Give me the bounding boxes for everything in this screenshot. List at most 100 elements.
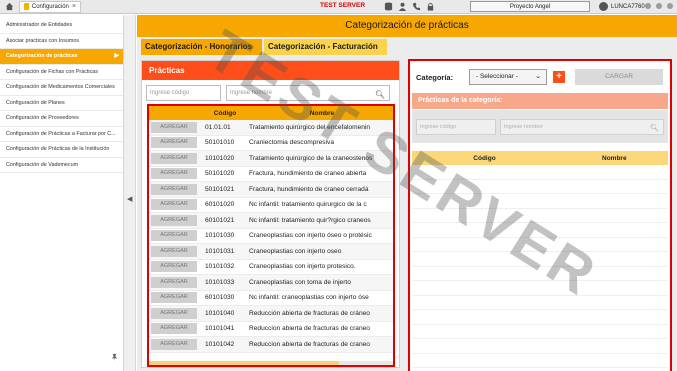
table-body: AGREGAR 01.01.01 Tratamiento quirúrgico de…	[149, 120, 393, 353]
category-code-search-input[interactable]: Ingrese código	[416, 119, 496, 135]
tab-configuracion[interactable]: Configuración ×	[19, 0, 81, 13]
category-practices-title: Prácticas de la categoría:	[412, 93, 668, 109]
add-practice-button[interactable]: AGREGAR	[151, 261, 197, 273]
practicas-table: Código Nombre AGREGAR 01.01.01 Tratamiento…	[149, 106, 393, 365]
add-practice-button[interactable]: AGREGAR	[151, 307, 197, 319]
practice-name: Nc infantil: craneoplastias con injerto …	[249, 294, 369, 302]
table-row[interactable]: AGREGAR 60101020 Nc infantil: tratamiento …	[149, 198, 393, 213]
practice-name: Fractura, hundimiento de craneo cerrada	[249, 185, 369, 193]
practice-name: Craneoplastias con toma de injerto	[249, 278, 351, 286]
toolbar-icons	[384, 2, 435, 11]
tab-label: Configuración	[31, 3, 69, 10]
add-practice-button[interactable]: AGREGAR	[151, 338, 197, 350]
table-row[interactable]: AGREGAR 60101021 Nc infantil: tratamiento …	[149, 213, 393, 229]
close-icon[interactable]: ×	[72, 3, 76, 10]
sidebar-item-categorizacion-practicas[interactable]: Categorización de prácticas	[0, 49, 123, 65]
add-practice-button[interactable]: AGREGAR	[151, 152, 197, 164]
add-practice-button[interactable]: AGREGAR	[151, 245, 197, 257]
practice-name: Tratamiento quirúrgico de la craneosteno…	[249, 154, 373, 162]
practice-code: 10101041	[205, 325, 235, 333]
add-practice-button[interactable]: AGREGAR	[151, 183, 197, 195]
table-row[interactable]: AGREGAR 10101033 Craneoplastias con toma d…	[149, 275, 393, 291]
tab-facturacion[interactable]: Categorización - Facturación	[264, 39, 387, 55]
username: LUNCA7760	[611, 3, 645, 10]
sidebar-item-fichas[interactable]: Configuración de Fichas con Prácticas	[0, 65, 123, 80]
sidebar-item-administrador-entidades[interactable]: Administrador de Entidades	[0, 18, 123, 34]
table-row[interactable]: AGREGAR 50101021 Fractura, hundimiento de …	[149, 182, 393, 198]
add-practice-button[interactable]: AGREGAR	[151, 121, 197, 133]
practice-name: Reducción abierta de fracturas de cráneo	[249, 309, 370, 317]
home-icon[interactable]	[3, 1, 15, 13]
add-practice-button[interactable]: AGREGAR	[151, 137, 197, 149]
sidebar-item-vademecum[interactable]: Configuración de Vademecum	[0, 158, 123, 173]
pin-icon[interactable]	[110, 353, 120, 363]
collapse-arrow-icon[interactable]: ◀	[127, 195, 132, 203]
sidebar-item-practicas-institucion[interactable]: Configuración de Prácticas de la Institu…	[0, 142, 123, 158]
maximize-icon[interactable]	[656, 3, 662, 9]
practice-code: 50101021	[205, 185, 235, 193]
table-row[interactable]: AGREGAR 10101032 Craneoplastias con injert…	[149, 260, 393, 275]
practice-name: Craneoplastias con injerto protesico.	[249, 263, 356, 271]
column-header-nombre[interactable]: Nombre	[557, 155, 668, 162]
sidebar-item-medicamentos[interactable]: Configuración de Medicamentos Comerciale…	[0, 80, 123, 96]
category-table-header: Código Nombre	[412, 151, 668, 165]
user-info[interactable]: LUNCA7760	[599, 2, 645, 11]
horizontal-scrollbar[interactable]	[149, 361, 393, 365]
add-practice-button[interactable]: AGREGAR	[151, 323, 197, 335]
table-header: Código Nombre	[149, 106, 393, 120]
search-icon[interactable]: 🔍︎	[650, 122, 659, 136]
tab-bar: Categorización - Honorarios Categorizaci…	[141, 39, 387, 55]
practice-code: 10101032	[205, 263, 235, 271]
category-row: Categoría: - Seleccionar - ⌄ + CARGAR	[416, 67, 666, 87]
sidebar-item-practicas-facturar[interactable]: Configuración de Prácticas a Facturar po…	[0, 127, 123, 142]
table-row[interactable]: AGREGAR 50101020 Fractura, hundimiento de …	[149, 167, 393, 182]
load-button[interactable]: CARGAR	[575, 69, 663, 85]
practice-name: Tratamiento quirúrgico del encefalomenin	[249, 123, 371, 131]
avatar	[599, 2, 608, 11]
database-icon[interactable]	[384, 2, 393, 11]
column-header-codigo[interactable]: Código	[199, 110, 251, 117]
sidebar-item-asociar-practicas[interactable]: Asociar practicas con Insumos	[0, 34, 123, 49]
table-row[interactable]: AGREGAR 50101010 Craniectomia descompresiv…	[149, 136, 393, 151]
table-row[interactable]: AGREGAR 10101031 Craneoplastias con injert…	[149, 244, 393, 260]
practice-name: Craneoplastias con injerto oseo	[249, 247, 342, 255]
code-search-input[interactable]: Ingrese código	[146, 85, 221, 101]
add-practice-button[interactable]: AGREGAR	[151, 214, 197, 226]
table-row[interactable]: AGREGAR 10101020 Tratamiento quirúrgico de…	[149, 151, 393, 167]
column-header-codigo[interactable]: Código	[412, 155, 557, 162]
add-practice-button[interactable]: AGREGAR	[151, 230, 197, 242]
code-search-placeholder: Ingrese código	[150, 90, 190, 96]
add-category-button[interactable]: +	[553, 71, 565, 83]
table-row[interactable]: AGREGAR 10101030 Craneoplastias con injert…	[149, 229, 393, 244]
close-window-icon[interactable]	[667, 3, 673, 9]
category-select[interactable]: - Seleccionar - ⌄	[469, 69, 547, 85]
add-practice-button[interactable]: AGREGAR	[151, 199, 197, 211]
add-practice-button[interactable]: AGREGAR	[151, 276, 197, 288]
chevron-down-icon: ⌄	[535, 73, 541, 80]
add-practice-button[interactable]: AGREGAR	[151, 292, 197, 304]
table-row[interactable]: AGREGAR 10101041 Reduccion abierta de frac…	[149, 322, 393, 337]
sidebar-item-planes[interactable]: Configuración de Planes	[0, 96, 123, 111]
table-row[interactable]: AGREGAR 01.01.01 Tratamiento quirúrgico de…	[149, 120, 393, 136]
column-header-nombre[interactable]: Nombre	[251, 110, 393, 117]
category-name-search-input[interactable]: Ingrese nombre 🔍︎	[500, 119, 664, 135]
user-icon[interactable]	[398, 2, 407, 11]
table-row[interactable]: AGREGAR 10101040 Reducción abierta de frac…	[149, 306, 393, 322]
tab-honorarios[interactable]: Categorización - Honorarios	[141, 39, 262, 55]
sidebar-item-proveedores[interactable]: Configuración de Proveedores	[0, 111, 123, 127]
project-selector[interactable]: Proyecto Angel	[470, 1, 590, 12]
lock-icon[interactable]	[426, 2, 435, 11]
practice-name: Reduccion abierta de fracturas de craneo	[249, 325, 370, 333]
minimize-icon[interactable]	[645, 3, 651, 9]
add-practice-button[interactable]: AGREGAR	[151, 168, 197, 180]
practice-code: 60101020	[205, 201, 235, 209]
table-row[interactable]: AGREGAR 60101030 Nc infantil: craneoplasti…	[149, 291, 393, 306]
sidebar: Administrador de Entidades Asociar pract…	[0, 15, 124, 371]
name-search-input[interactable]: Ingrese nombre 🔍︎	[226, 85, 390, 101]
practice-code: 60101030	[205, 294, 235, 302]
search-icon[interactable]: 🔍︎	[375, 88, 385, 102]
category-label: Categoría:	[416, 72, 454, 82]
phone-icon[interactable]	[412, 2, 421, 11]
sidebar-collapse-strip[interactable]: ◀	[124, 15, 136, 371]
table-row[interactable]: AGREGAR 10101042 Reduccion abierta de frac…	[149, 337, 393, 353]
